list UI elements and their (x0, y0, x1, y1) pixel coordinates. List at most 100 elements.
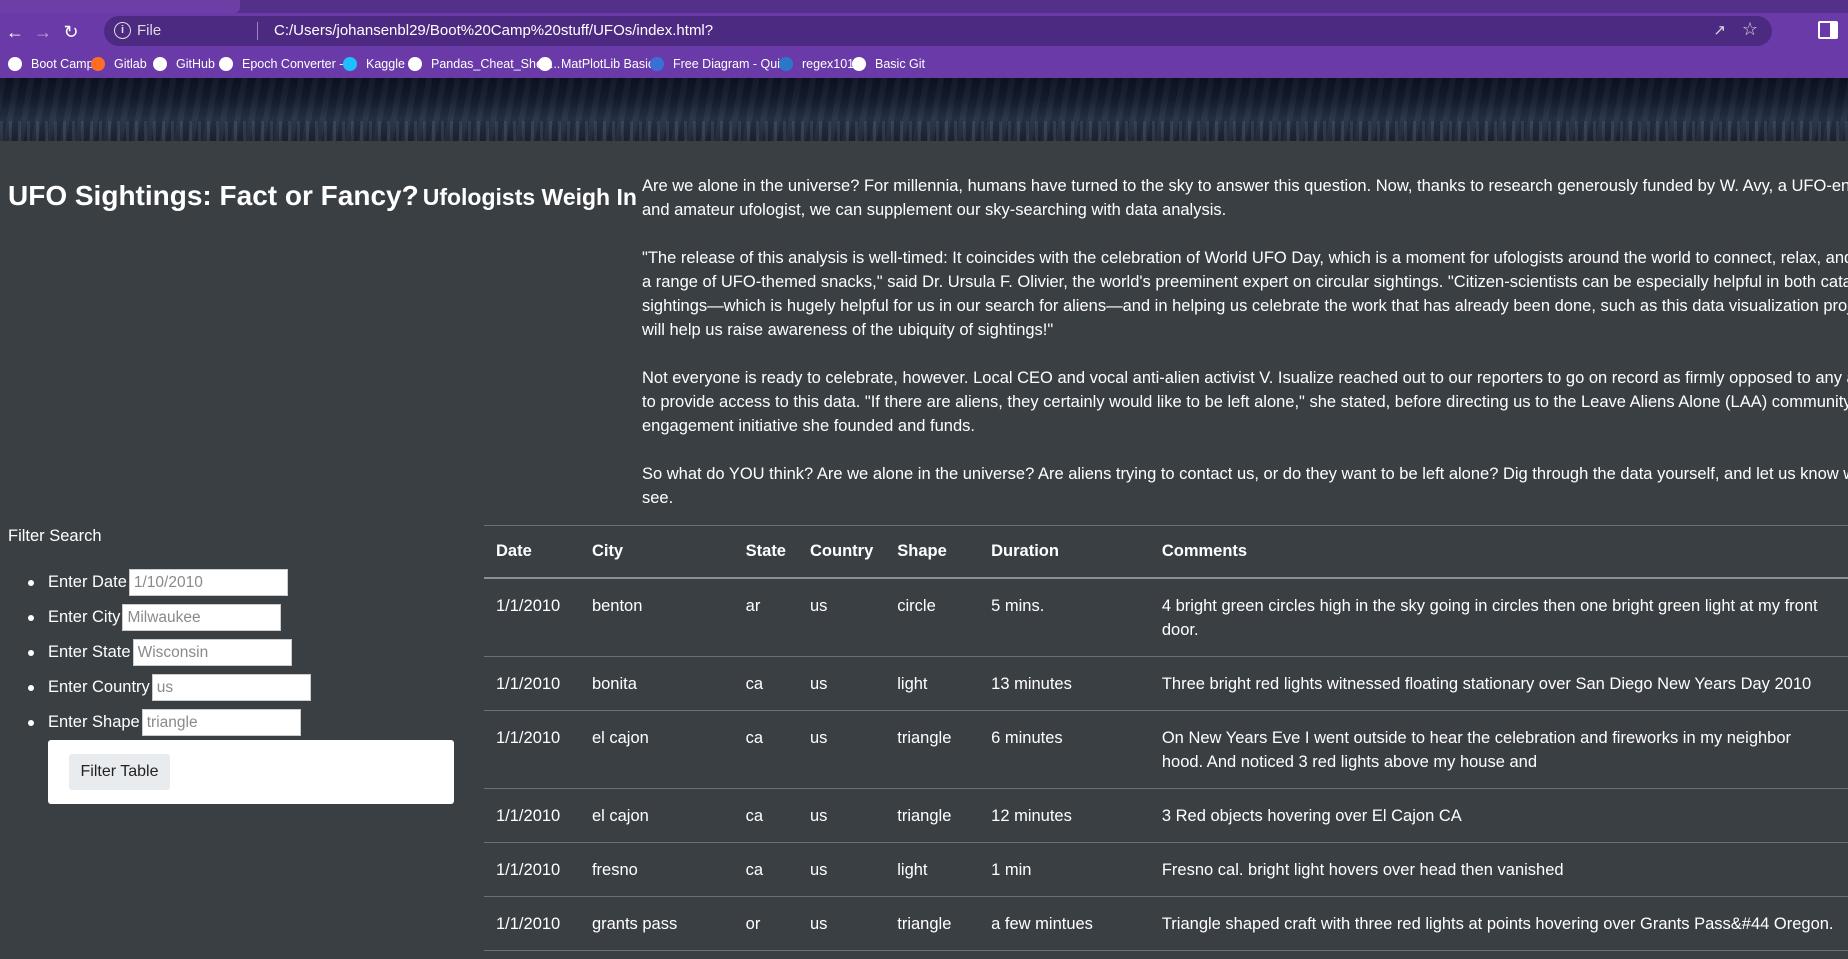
table-cell: la mesa (580, 950, 734, 959)
filter-item: Enter Country (28, 670, 311, 705)
address-url[interactable]: C:/Users/johansenbl29/Boot%20Camp%20stuf… (274, 22, 713, 39)
column-header[interactable]: Shape (885, 526, 979, 578)
filter-input[interactable] (128, 569, 288, 596)
table-cell: ca (745, 728, 764, 747)
bookmark-label: MatPlotLib Basics (561, 57, 661, 71)
filter-label: Enter Country (48, 678, 150, 696)
bookmark-item[interactable]: Basic Git (852, 55, 925, 73)
table-cell: triangle (897, 728, 952, 747)
column-header[interactable]: City (580, 526, 734, 578)
table-cell: or (745, 914, 761, 933)
bookmark-item[interactable]: GitHub (153, 55, 215, 73)
tab-strip (0, 0, 1848, 13)
bookmark-item[interactable]: Boot Camp (8, 55, 94, 73)
filter-label: Enter City (48, 608, 121, 626)
table-cell: 1/1/2010 (496, 914, 561, 933)
page-title: UFO Sightings: Fact or Fancy? Ufologists … (8, 176, 637, 213)
table-cell: 13 minutes (991, 674, 1072, 693)
bookmark-item[interactable]: Epoch Converter -... (219, 55, 354, 73)
column-header[interactable]: Date (484, 526, 580, 578)
article-paragraph: So what do YOU think? Are we alone in th… (642, 462, 1848, 510)
reload-icon[interactable]: ↻ (60, 21, 82, 43)
table-cell: us (798, 950, 885, 959)
address-scheme: File (137, 22, 162, 39)
bookmark-item[interactable]: Free Diagram - Qui... (650, 55, 790, 73)
column-header[interactable]: State (734, 526, 798, 578)
table-cell: grants pass (591, 914, 678, 933)
article-body: Are we alone in the universe? For millen… (642, 174, 1848, 534)
table-cell: us (810, 596, 828, 615)
address-bar[interactable]: i File C:/Users/johansenbl29/Boot%20Camp… (104, 16, 1772, 46)
table-body: 1/1/2010 benton ar us circle 5 mins. 4 bright … (484, 578, 1848, 959)
bookmark-label: Epoch Converter -... (242, 57, 354, 71)
table-cell: triangle (897, 914, 952, 933)
table-row: 1/1/2010 fresno ca us light 1 min Fresno cal. … (484, 842, 1848, 896)
article-line: Are we alone in the universe? For millen… (642, 177, 1848, 195)
article-paragraph: "The release of this analysis is well-ti… (642, 246, 1848, 342)
bookmark-item[interactable]: regex101 (779, 55, 854, 73)
bookmark-star-icon[interactable]: ☆ (1742, 19, 1758, 40)
share-icon[interactable]: ↗ (1713, 21, 1726, 39)
filter-input[interactable] (132, 639, 292, 666)
table-row: 1/1/2010 el cajon ca us triangle 12 minutes 3 … (484, 788, 1848, 842)
article-line: sightings—which is hugely helpful for us… (642, 297, 1848, 315)
table-cell: 4 bright green circles high in the sky g… (1161, 596, 1818, 639)
table-cell: 1/1/2010 (496, 806, 561, 825)
python-icon (538, 57, 552, 71)
table-cell: 1/1/2010 (496, 728, 561, 747)
article-line: a range of UFO-themed snacks," said Dr. … (642, 273, 1848, 291)
table-cell: Three bright red lights witnessed floati… (1161, 674, 1812, 693)
filter-input[interactable] (122, 604, 282, 631)
table-row: 1/1/2010 benton ar us circle 5 mins. 4 bright … (484, 578, 1848, 656)
table-cell: ca (745, 674, 764, 693)
table-cell: ca (734, 950, 798, 959)
table-cell: 10 min (979, 950, 1150, 959)
table-cell: circle (897, 596, 936, 615)
page-subtitle: Ufologists Weigh In (422, 184, 637, 210)
forward-arrow-icon[interactable]: → (32, 21, 54, 43)
bookmark-item[interactable]: Gitlab (91, 55, 147, 73)
table-cell: fresno (591, 860, 638, 879)
table-row: 1/1/2010 bonita ca us light 13 minutes Three b… (484, 656, 1848, 710)
bookmarks-bar: Boot Camp Gitlab GitHub Epoch Converter -..… (0, 50, 1848, 78)
table-cell: benton (591, 596, 643, 615)
address-divider (257, 22, 258, 40)
article-paragraph: Not everyone is ready to celebrate, howe… (642, 366, 1848, 438)
bookmark-label: Free Diagram - Qui... (673, 57, 791, 71)
filter-table-button[interactable]: Filter Table (69, 754, 170, 790)
filter-input[interactable] (141, 709, 301, 736)
active-tab[interactable] (0, 0, 240, 13)
info-icon[interactable]: i (114, 22, 131, 39)
table-cell: Triangle shaped craft with three red lig… (1161, 914, 1834, 933)
article-line: Not everyone is ready to celebrate, howe… (642, 369, 1848, 387)
column-header[interactable]: Comments (1150, 526, 1848, 578)
table-cell: 5 mins. (991, 596, 1045, 615)
bookmark-item[interactable]: Kaggle (343, 55, 405, 73)
table-cell: Fresno cal. bright light hovers over hea… (1161, 860, 1564, 879)
filter-label: Enter Date (48, 573, 127, 591)
filter-button-panel: Filter Table (48, 740, 454, 804)
page-title-main: UFO Sightings: Fact or Fancy? (8, 180, 419, 211)
table-row: 1/1/2010 grants pass or us triangle a few min… (484, 896, 1848, 950)
column-header[interactable]: Country (798, 526, 885, 578)
article-paragraph: Are we alone in the universe? For millen… (642, 174, 1848, 222)
table-row: 1/1/2010 el cajon ca us triangle 6 minutes On … (484, 710, 1848, 788)
table-cell: 1 min (991, 860, 1032, 879)
article-line: see. (642, 489, 674, 507)
back-arrow-icon[interactable]: ← (4, 21, 26, 43)
regex-icon (779, 57, 793, 71)
globe-icon (408, 57, 422, 71)
gitlab-icon (91, 57, 105, 71)
table-cell: us (810, 860, 828, 879)
column-header[interactable]: Duration (979, 526, 1150, 578)
table-cell: 1/1/2010 (484, 950, 580, 959)
article-line: will help us raise awareness of the ubiq… (642, 321, 1054, 339)
side-panel-icon[interactable] (1818, 21, 1838, 39)
diagram-icon (650, 57, 664, 71)
bookmark-item[interactable]: MatPlotLib Basics (538, 55, 660, 73)
table-cell: 1/1/2010 (496, 674, 561, 693)
table-cell: ca (745, 860, 764, 879)
filter-item: Enter Shape (28, 705, 311, 740)
table-cell: us (810, 806, 828, 825)
filter-input[interactable] (151, 674, 311, 701)
